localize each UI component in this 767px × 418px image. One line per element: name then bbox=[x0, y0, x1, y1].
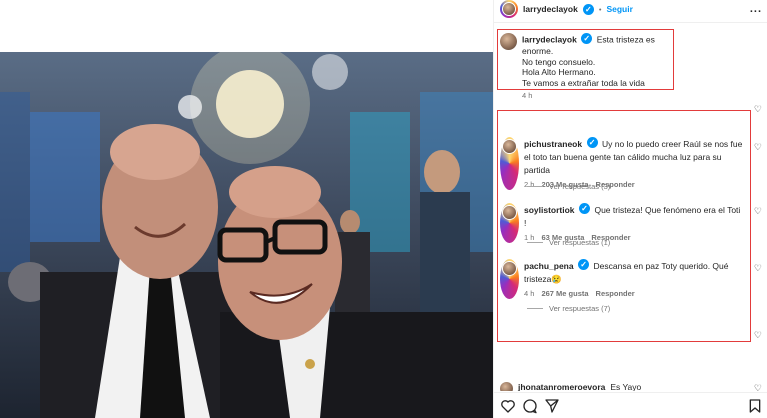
post-header: larrydeclayok ✓ • Seguir ... bbox=[500, 0, 762, 18]
caption-username[interactable]: larrydeclayok bbox=[522, 35, 577, 45]
post-photo[interactable] bbox=[0, 52, 493, 418]
comment-avatar bbox=[502, 139, 517, 154]
comment-text: Es Yayo bbox=[610, 382, 642, 391]
action-divider bbox=[494, 392, 767, 393]
caption-line: Hola Alto Hermano. bbox=[522, 67, 596, 78]
replies-line bbox=[527, 186, 543, 187]
comment-username[interactable]: pichustraneok bbox=[524, 139, 582, 149]
comment-avatar-ring[interactable] bbox=[500, 203, 519, 243]
comment-item-partial: jhonatanromeroevora Es Yayo bbox=[500, 382, 744, 391]
replies-line bbox=[527, 242, 543, 243]
share-icon[interactable] bbox=[544, 398, 560, 414]
header-avatar-ring[interactable] bbox=[500, 0, 518, 18]
comment-item: soylistortiok ✓ Que tristeza! Que fenóme… bbox=[500, 203, 744, 243]
caption: larrydeclayok ✓ Esta tristeza es enorme.… bbox=[500, 33, 672, 102]
comment-body: soylistortiok ✓ Que tristeza! Que fenóme… bbox=[524, 203, 744, 243]
heart-icon[interactable]: ♡ bbox=[754, 263, 762, 274]
header-avatar bbox=[502, 2, 516, 16]
follow-button[interactable]: Seguir bbox=[606, 4, 632, 14]
view-replies-label: Ver respuestas (1) bbox=[549, 238, 611, 247]
comment-username[interactable]: pachu_pena bbox=[524, 261, 574, 271]
heart-icon[interactable]: ♡ bbox=[754, 104, 762, 115]
comment-time: 4 h bbox=[524, 289, 535, 298]
caption-line: Te vamos a extrañar toda la vida bbox=[522, 77, 645, 88]
caption-line: No tengo consuelo. bbox=[522, 56, 596, 67]
view-replies-label: Ver respuestas (3) bbox=[549, 182, 611, 191]
comment-avatar bbox=[502, 261, 517, 276]
comment-avatar bbox=[502, 205, 517, 220]
caption-body: larrydeclayok ✓ Esta tristeza es enorme.… bbox=[522, 33, 672, 102]
comment-avatar[interactable] bbox=[500, 382, 513, 391]
more-icon[interactable]: ... bbox=[750, 3, 762, 15]
verified-icon: ✓ bbox=[581, 33, 593, 44]
comment-item: pachu_pena ✓ Descansa en paz Toty querid… bbox=[500, 259, 744, 299]
view-replies-button[interactable]: Ver respuestas (3) bbox=[527, 182, 610, 191]
replies-line bbox=[527, 308, 543, 309]
heart-icon[interactable]: ♡ bbox=[754, 206, 762, 217]
comment-icon[interactable] bbox=[522, 398, 538, 414]
comment-body: pachu_pena ✓ Descansa en paz Toty querid… bbox=[524, 259, 744, 299]
view-replies-button[interactable]: Ver respuestas (1) bbox=[527, 238, 610, 247]
header-separator: • bbox=[598, 4, 602, 14]
heart-icon[interactable]: ♡ bbox=[754, 142, 762, 153]
comment-likes[interactable]: 267 Me gusta bbox=[541, 288, 588, 299]
verified-icon: ✓ bbox=[586, 137, 598, 149]
caption-time: 4 h bbox=[522, 91, 533, 101]
verified-icon: ✓ bbox=[578, 259, 590, 271]
caption-avatar[interactable] bbox=[500, 33, 517, 50]
reply-button[interactable]: Responder bbox=[596, 288, 635, 299]
view-replies-label: Ver respuestas (7) bbox=[549, 304, 611, 313]
comment-username[interactable]: jhonatanromeroevora bbox=[518, 382, 605, 391]
comment-avatar-ring[interactable] bbox=[500, 137, 519, 190]
heart-icon[interactable] bbox=[500, 398, 516, 414]
header-divider bbox=[494, 22, 767, 23]
verified-icon: ✓ bbox=[579, 203, 590, 215]
comment-meta: 4 h 267 Me gusta Responder bbox=[524, 288, 744, 299]
photo-illustration bbox=[0, 52, 493, 418]
heart-icon[interactable]: ♡ bbox=[754, 330, 762, 341]
verified-icon: ✓ bbox=[582, 3, 594, 15]
view-replies-button[interactable]: Ver respuestas (7) bbox=[527, 304, 610, 313]
post-media-pane bbox=[0, 0, 493, 418]
comment-avatar-ring[interactable] bbox=[500, 259, 519, 299]
header-username[interactable]: larrydeclayok bbox=[523, 4, 578, 14]
comments-pane: larrydeclayok ✓ • Seguir ... larrydeclay… bbox=[493, 0, 767, 418]
bookmark-icon[interactable] bbox=[747, 398, 763, 414]
comment-username[interactable]: soylistortiok bbox=[524, 205, 575, 215]
